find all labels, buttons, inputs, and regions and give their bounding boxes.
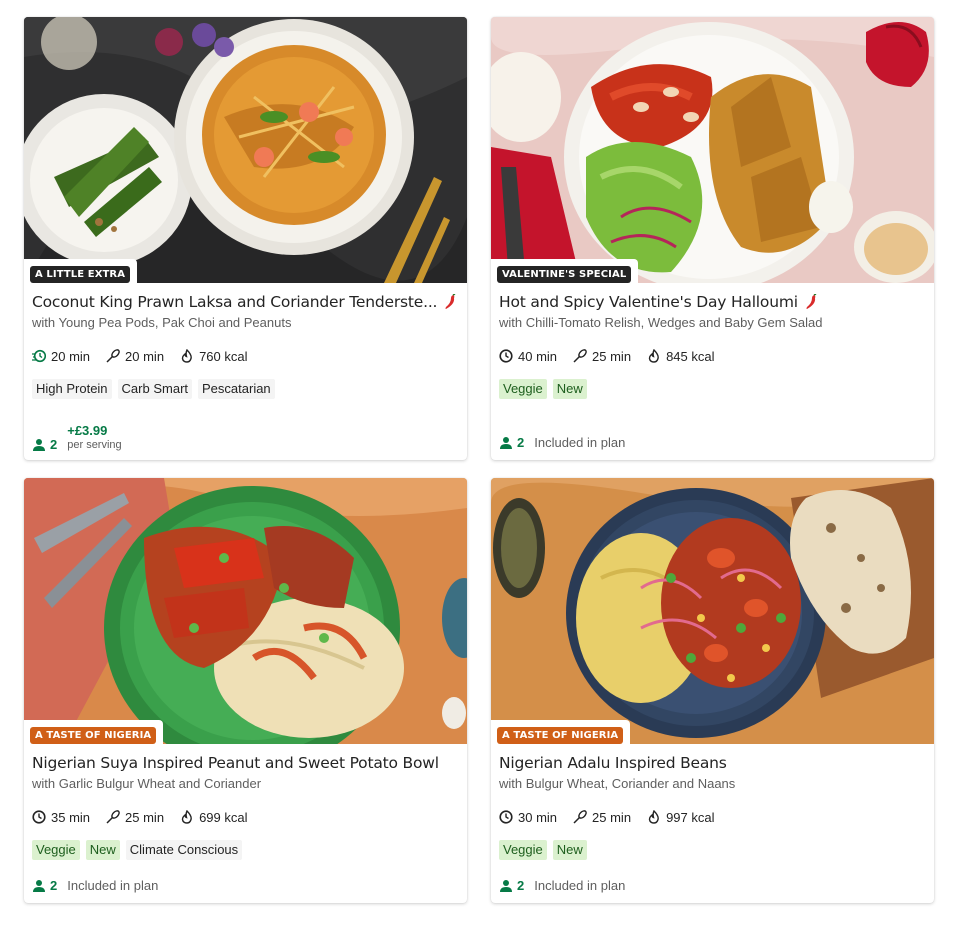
recipe-image[interactable]: A TASTE OF NIGERIA xyxy=(491,478,934,744)
recipe-tag: A TASTE OF NIGERIA xyxy=(30,727,157,744)
recipe-meta: 40 min 25 min 845 kcal xyxy=(499,347,926,365)
plan-note: Included in plan xyxy=(534,435,626,450)
total-time-value: 30 min xyxy=(518,809,558,825)
chili-icon xyxy=(445,294,456,309)
calories: 997 kcal xyxy=(647,810,714,825)
recipe-photo xyxy=(491,17,934,283)
plan-note: Included in plan xyxy=(534,878,626,893)
total-time: 30 min xyxy=(499,810,557,825)
chip-climate-conscious: Climate Conscious xyxy=(125,840,243,860)
person-icon xyxy=(500,879,512,892)
recipe-title[interactable]: Coconut King Prawn Laksa and Coriander T… xyxy=(32,293,437,311)
flame-icon xyxy=(648,810,659,824)
servings-count: 2 xyxy=(50,878,58,893)
person-icon xyxy=(33,438,45,451)
chip-new: New xyxy=(85,840,120,860)
prep-time: 20 min xyxy=(106,349,164,364)
prep-time-value: 25 min xyxy=(592,809,632,825)
prep-time: 25 min xyxy=(573,810,631,825)
person-icon xyxy=(33,879,45,892)
chip-veggie: Veggie xyxy=(499,840,547,860)
recipe-title[interactable]: Nigerian Suya Inspired Peanut and Sweet … xyxy=(32,754,439,772)
total-time-value: 35 min xyxy=(51,809,91,825)
total-time-value: 40 min xyxy=(518,348,558,364)
person-icon xyxy=(500,436,512,449)
recipe-photo xyxy=(24,17,467,283)
quick-clock-icon xyxy=(32,349,46,363)
recipe-image[interactable]: A LITTLE EXTRA xyxy=(24,17,467,283)
servings-count: 2 xyxy=(50,437,58,452)
calories-value: 997 kcal xyxy=(666,809,715,825)
calories-value: 760 kcal xyxy=(199,348,248,364)
recipe-subtitle: with Bulgur Wheat, Coriander and Naans xyxy=(499,776,736,791)
calories: 760 kcal xyxy=(180,349,247,364)
clock-icon xyxy=(499,349,513,363)
recipe-footer: 2 Included in plan xyxy=(499,435,625,450)
recipe-tag: VALENTINE'S SPECIAL xyxy=(497,266,632,283)
recipe-chips: High Protein Carb Smart Pescatarian xyxy=(32,379,459,399)
whisk-icon xyxy=(106,349,120,363)
calories: 699 kcal xyxy=(180,810,247,825)
recipe-image[interactable]: A TASTE OF NIGERIA xyxy=(24,478,467,744)
price-block: +£3.99 per serving xyxy=(67,423,121,452)
whisk-icon xyxy=(573,349,587,363)
clock-icon xyxy=(499,810,513,824)
recipe-meta: 30 min 25 min 997 kcal xyxy=(499,808,926,826)
flame-icon xyxy=(181,349,192,363)
recipe-title[interactable]: Nigerian Adalu Inspired Beans xyxy=(499,754,727,772)
chip-new: New xyxy=(552,379,587,399)
recipe-subtitle: with Young Pea Pods, Pak Choi and Peanut… xyxy=(32,315,292,330)
prep-time: 25 min xyxy=(573,349,631,364)
recipe-image[interactable]: VALENTINE'S SPECIAL xyxy=(491,17,934,283)
plan-note: Included in plan xyxy=(67,878,159,893)
price-note: per serving xyxy=(67,439,122,451)
prep-time-value: 25 min xyxy=(125,809,165,825)
recipe-subtitle: with Chilli-Tomato Relish, Wedges and Ba… xyxy=(499,315,823,330)
whisk-icon xyxy=(106,810,120,824)
recipe-subtitle: with Garlic Bulgur Wheat and Coriander xyxy=(32,776,262,791)
total-time: 40 min xyxy=(499,349,557,364)
chip-high-protein: High Protein xyxy=(32,379,112,399)
recipe-footer: 2 +£3.99 per serving xyxy=(32,423,122,452)
recipe-card-adalu-beans[interactable]: A TASTE OF NIGERIA Nigerian Adalu Inspir… xyxy=(491,478,934,903)
whisk-icon xyxy=(573,810,587,824)
clock-icon xyxy=(32,810,46,824)
flame-icon xyxy=(648,349,659,363)
recipe-title[interactable]: Hot and Spicy Valentine's Day Halloumi xyxy=(499,293,798,311)
calories: 845 kcal xyxy=(647,349,714,364)
chip-new: New xyxy=(552,840,587,860)
prep-time-value: 20 min xyxy=(125,348,165,364)
recipe-photo xyxy=(491,478,934,744)
recipe-card-halloumi[interactable]: VALENTINE'S SPECIAL Hot and Spicy Valent… xyxy=(491,17,934,460)
recipe-tag: A LITTLE EXTRA xyxy=(30,266,131,283)
recipe-chips: Veggie New Climate Conscious xyxy=(32,840,459,860)
prep-time-value: 25 min xyxy=(592,348,632,364)
recipe-tag: A TASTE OF NIGERIA xyxy=(497,727,624,744)
chip-veggie: Veggie xyxy=(499,379,547,399)
prep-time: 25 min xyxy=(106,810,164,825)
chili-icon xyxy=(806,294,817,309)
chip-pescatarian: Pescatarian xyxy=(198,379,275,399)
calories-value: 845 kcal xyxy=(666,348,715,364)
chip-carb-smart: Carb Smart xyxy=(117,379,193,399)
recipe-card-laksa[interactable]: A LITTLE EXTRA Coconut King Prawn Laksa … xyxy=(24,17,467,460)
recipe-card-suya-bowl[interactable]: A TASTE OF NIGERIA Nigerian Suya Inspire… xyxy=(24,478,467,903)
flame-icon xyxy=(181,810,192,824)
total-time: 20 min xyxy=(32,349,90,364)
total-time: 35 min xyxy=(32,810,90,825)
price: +£3.99 xyxy=(67,423,108,438)
recipe-chips: Veggie New xyxy=(499,379,926,399)
recipe-photo xyxy=(24,478,467,744)
recipe-footer: 2 Included in plan xyxy=(32,878,158,893)
recipe-meta: 35 min 25 min 699 kcal xyxy=(32,808,459,826)
recipe-chips: Veggie New xyxy=(499,840,926,860)
servings-count: 2 xyxy=(517,878,525,893)
servings-count: 2 xyxy=(517,435,525,450)
total-time-value: 20 min xyxy=(51,348,91,364)
recipe-footer: 2 Included in plan xyxy=(499,878,625,893)
chip-veggie: Veggie xyxy=(32,840,80,860)
recipe-meta: 20 min 20 min 760 kcal xyxy=(32,347,459,365)
calories-value: 699 kcal xyxy=(199,809,248,825)
